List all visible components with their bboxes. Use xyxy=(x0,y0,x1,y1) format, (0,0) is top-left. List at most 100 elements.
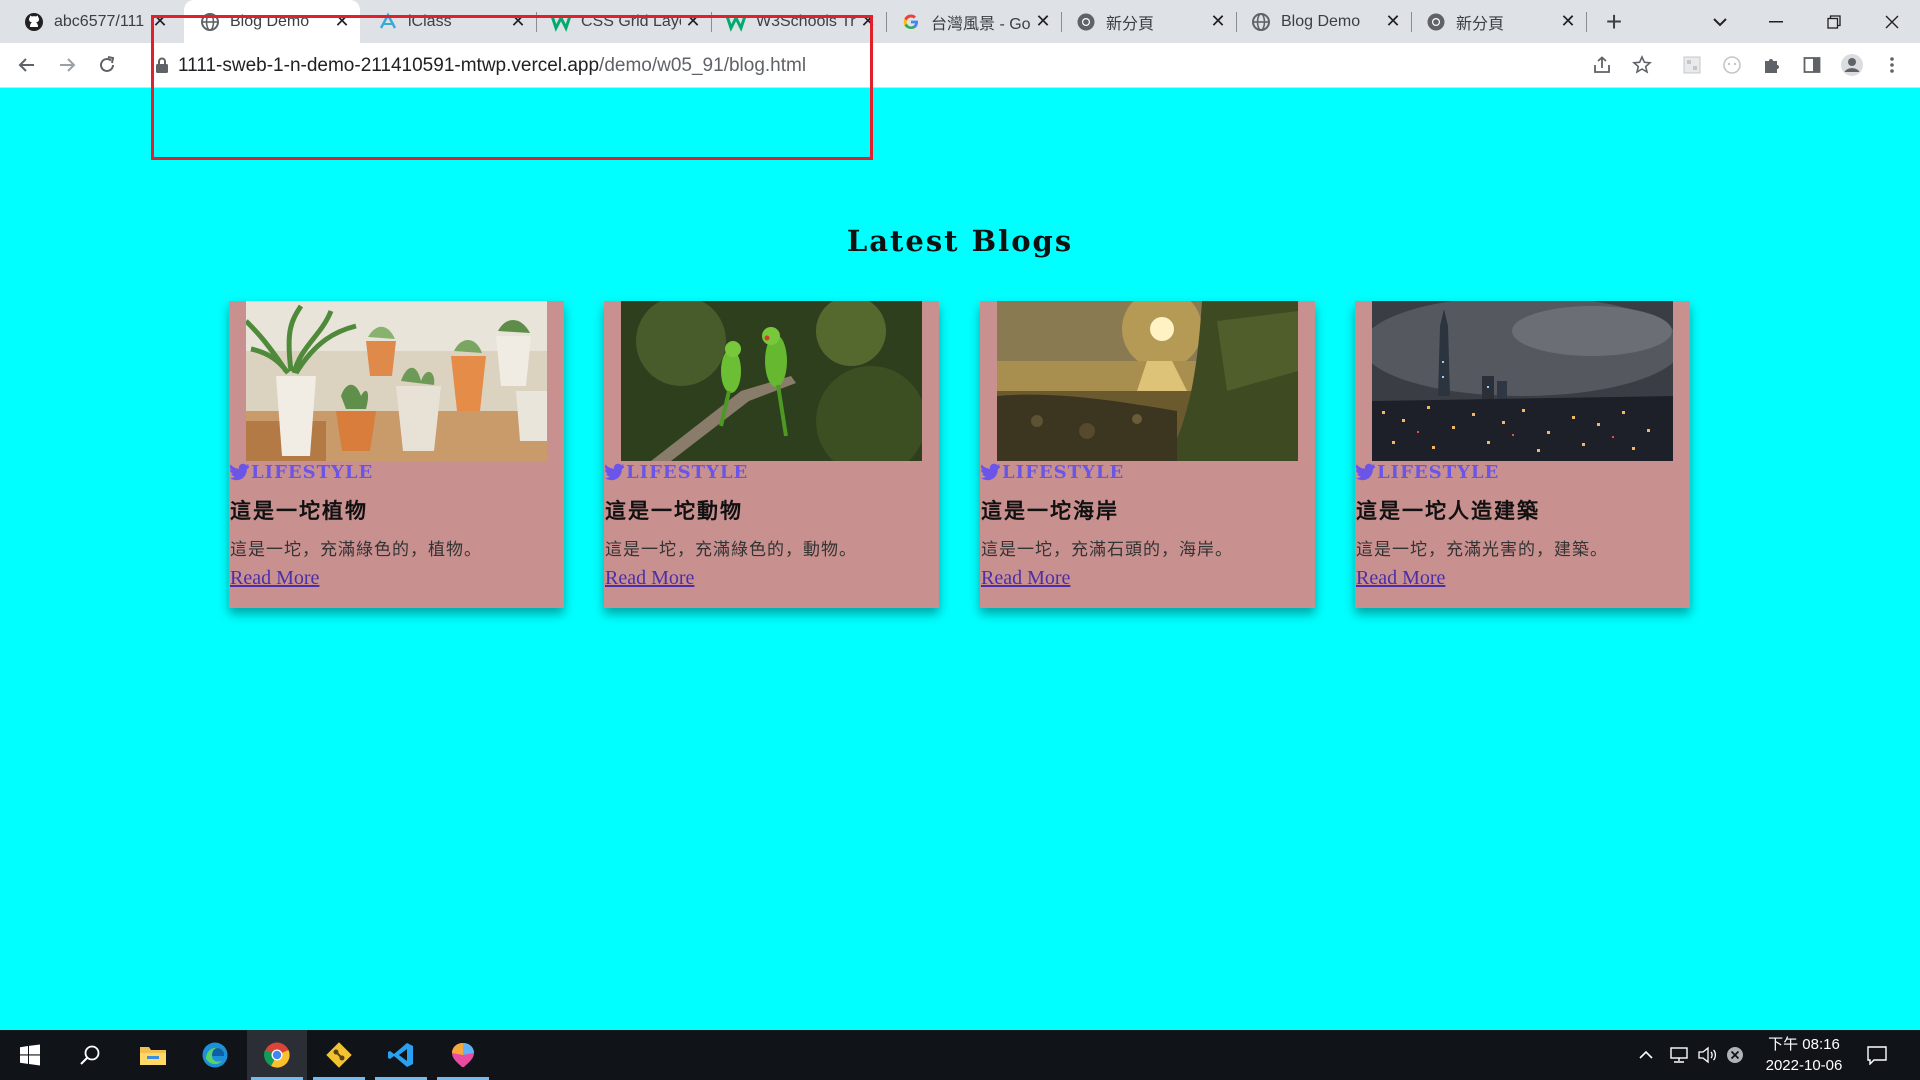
speaker-icon xyxy=(1698,1046,1717,1064)
minimize-button[interactable] xyxy=(1748,0,1804,43)
side-panel-icon xyxy=(1803,57,1821,73)
bookmark-button[interactable] xyxy=(1626,49,1658,81)
vscode-icon xyxy=(388,1043,413,1067)
start-button[interactable] xyxy=(0,1030,60,1080)
tab-google-search[interactable]: 台灣風景 - Go ✕ xyxy=(887,0,1061,43)
taskbar-file-explorer[interactable] xyxy=(123,1030,183,1080)
page-title: Latest Blogs xyxy=(846,224,1074,258)
chrome-icon xyxy=(1076,12,1096,32)
tab-title: 新分頁 xyxy=(1106,15,1155,33)
restore-icon xyxy=(1827,14,1841,29)
tab-title: 新分頁 xyxy=(1456,15,1505,33)
avatar-icon xyxy=(1841,54,1863,76)
close-icon[interactable]: ✕ xyxy=(1556,10,1580,34)
chrome-icon xyxy=(264,1042,290,1068)
close-icon[interactable]: ✕ xyxy=(1031,10,1055,34)
card-title: 這是一坨人造建築 xyxy=(1356,499,1540,523)
new-tab-button[interactable]: + xyxy=(1598,6,1630,38)
minimize-icon xyxy=(1769,20,1783,22)
tab-blog-demo[interactable]: Blog Demo ✕ xyxy=(1237,0,1411,43)
notification-icon xyxy=(1867,1046,1887,1065)
reload-button[interactable] xyxy=(91,49,123,81)
category-label: LIFESTYLE xyxy=(605,461,748,483)
star-icon xyxy=(1632,55,1652,74)
tab-new-tab-2[interactable]: 新分頁 ✕ xyxy=(1412,0,1586,43)
city-night-photo xyxy=(1372,301,1673,461)
card-description: 這是一坨，充滿綠色的，植物。 xyxy=(230,540,482,560)
taskbar-git[interactable] xyxy=(309,1030,369,1080)
blog-card: LIFESTYLE 這是一坨人造建築 這是一坨，充滿光害的，建築。 Read M… xyxy=(1355,301,1690,608)
tab-title: 台灣風景 - Go xyxy=(931,15,1031,33)
globe-icon xyxy=(1251,12,1271,32)
restore-button[interactable] xyxy=(1806,0,1862,43)
card-description: 這是一坨，充滿石頭的，海岸。 xyxy=(981,540,1233,560)
read-more-link[interactable]: Read More xyxy=(230,567,319,590)
green-parrots-photo xyxy=(621,301,922,461)
category-label: LIFESTYLE xyxy=(230,461,373,483)
extensions-button[interactable] xyxy=(1756,49,1788,81)
card-title: 這是一坨海岸 xyxy=(981,499,1119,523)
network-icon xyxy=(1670,1047,1688,1063)
page-viewport: Latest Blogs LIFESTYLE 這是一坨植物 這是一坨，充滿綠色的… xyxy=(0,88,1920,1030)
card-description: 這是一坨，充滿綠色的，動物。 xyxy=(605,540,857,560)
status-button[interactable] xyxy=(1726,1030,1748,1080)
potted-plants-photo xyxy=(246,301,547,461)
category-text: LIFESTYLE xyxy=(626,461,749,483)
tab-title: abc6577/111 xyxy=(54,12,145,30)
back-button[interactable] xyxy=(11,49,43,81)
arrow-left-icon xyxy=(18,58,34,72)
category-label: LIFESTYLE xyxy=(981,461,1124,483)
reload-icon xyxy=(100,56,115,72)
card-description: 這是一坨，充滿光害的，建築。 xyxy=(1356,540,1608,560)
close-window-button[interactable] xyxy=(1864,0,1920,43)
search-icon xyxy=(80,1045,100,1065)
paint-icon xyxy=(452,1043,474,1067)
taskbar-clock[interactable]: 下午 08:16 2022-10-06 xyxy=(1748,1034,1860,1076)
error-circle-icon xyxy=(1727,1047,1743,1063)
read-more-link[interactable]: Read More xyxy=(981,567,1070,590)
tab-new-tab[interactable]: 新分頁 ✕ xyxy=(1062,0,1236,43)
google-icon xyxy=(901,12,921,32)
taskbar-edge[interactable] xyxy=(185,1030,245,1080)
extension-button-2[interactable] xyxy=(1716,49,1748,81)
taskbar-paint[interactable] xyxy=(433,1030,493,1080)
volume-button[interactable] xyxy=(1697,1030,1721,1080)
tab-search-button[interactable] xyxy=(1692,0,1748,43)
edge-icon xyxy=(202,1042,228,1068)
coast-sunset-photo xyxy=(997,301,1298,461)
blog-card: LIFESTYLE 這是一坨植物 這是一坨，充滿綠色的，植物。 Read Mor… xyxy=(229,301,564,608)
file-explorer-icon xyxy=(140,1047,166,1065)
card-title: 這是一坨動物 xyxy=(605,499,743,523)
extension-grid-icon xyxy=(1683,56,1701,74)
git-icon xyxy=(326,1042,352,1068)
category-text: LIFESTYLE xyxy=(1002,461,1125,483)
twitter-bird-icon xyxy=(981,463,1000,481)
taskbar-search-button[interactable] xyxy=(60,1030,120,1080)
extension-button-1[interactable] xyxy=(1676,49,1708,81)
share-button[interactable] xyxy=(1586,49,1618,81)
chrome-icon xyxy=(1426,12,1446,32)
tab-title: Blog Demo xyxy=(1281,12,1361,30)
menu-button[interactable] xyxy=(1876,49,1908,81)
card-title: 這是一坨植物 xyxy=(230,499,368,523)
tray-overflow-button[interactable] xyxy=(1638,1030,1662,1080)
chevron-up-icon xyxy=(1639,1050,1653,1059)
profile-button[interactable] xyxy=(1836,49,1868,81)
taskbar-chrome[interactable] xyxy=(247,1030,307,1080)
network-button[interactable] xyxy=(1668,1030,1692,1080)
twitter-bird-icon xyxy=(230,463,249,481)
read-more-link[interactable]: Read More xyxy=(1356,567,1445,590)
github-icon xyxy=(24,12,44,32)
twitter-bird-icon xyxy=(605,463,624,481)
notification-button[interactable] xyxy=(1866,1030,1896,1080)
arrow-right-icon xyxy=(60,58,76,72)
forward-button[interactable] xyxy=(51,49,83,81)
category-text: LIFESTYLE xyxy=(1377,461,1500,483)
close-icon[interactable]: ✕ xyxy=(1381,10,1405,34)
blog-card: LIFESTYLE 這是一坨動物 這是一坨，充滿綠色的，動物。 Read Mor… xyxy=(604,301,939,608)
puzzle-icon xyxy=(1765,59,1779,73)
read-more-link[interactable]: Read More xyxy=(605,567,694,590)
close-icon[interactable]: ✕ xyxy=(1206,10,1230,34)
side-panel-button[interactable] xyxy=(1796,49,1828,81)
taskbar-vscode[interactable] xyxy=(371,1030,431,1080)
